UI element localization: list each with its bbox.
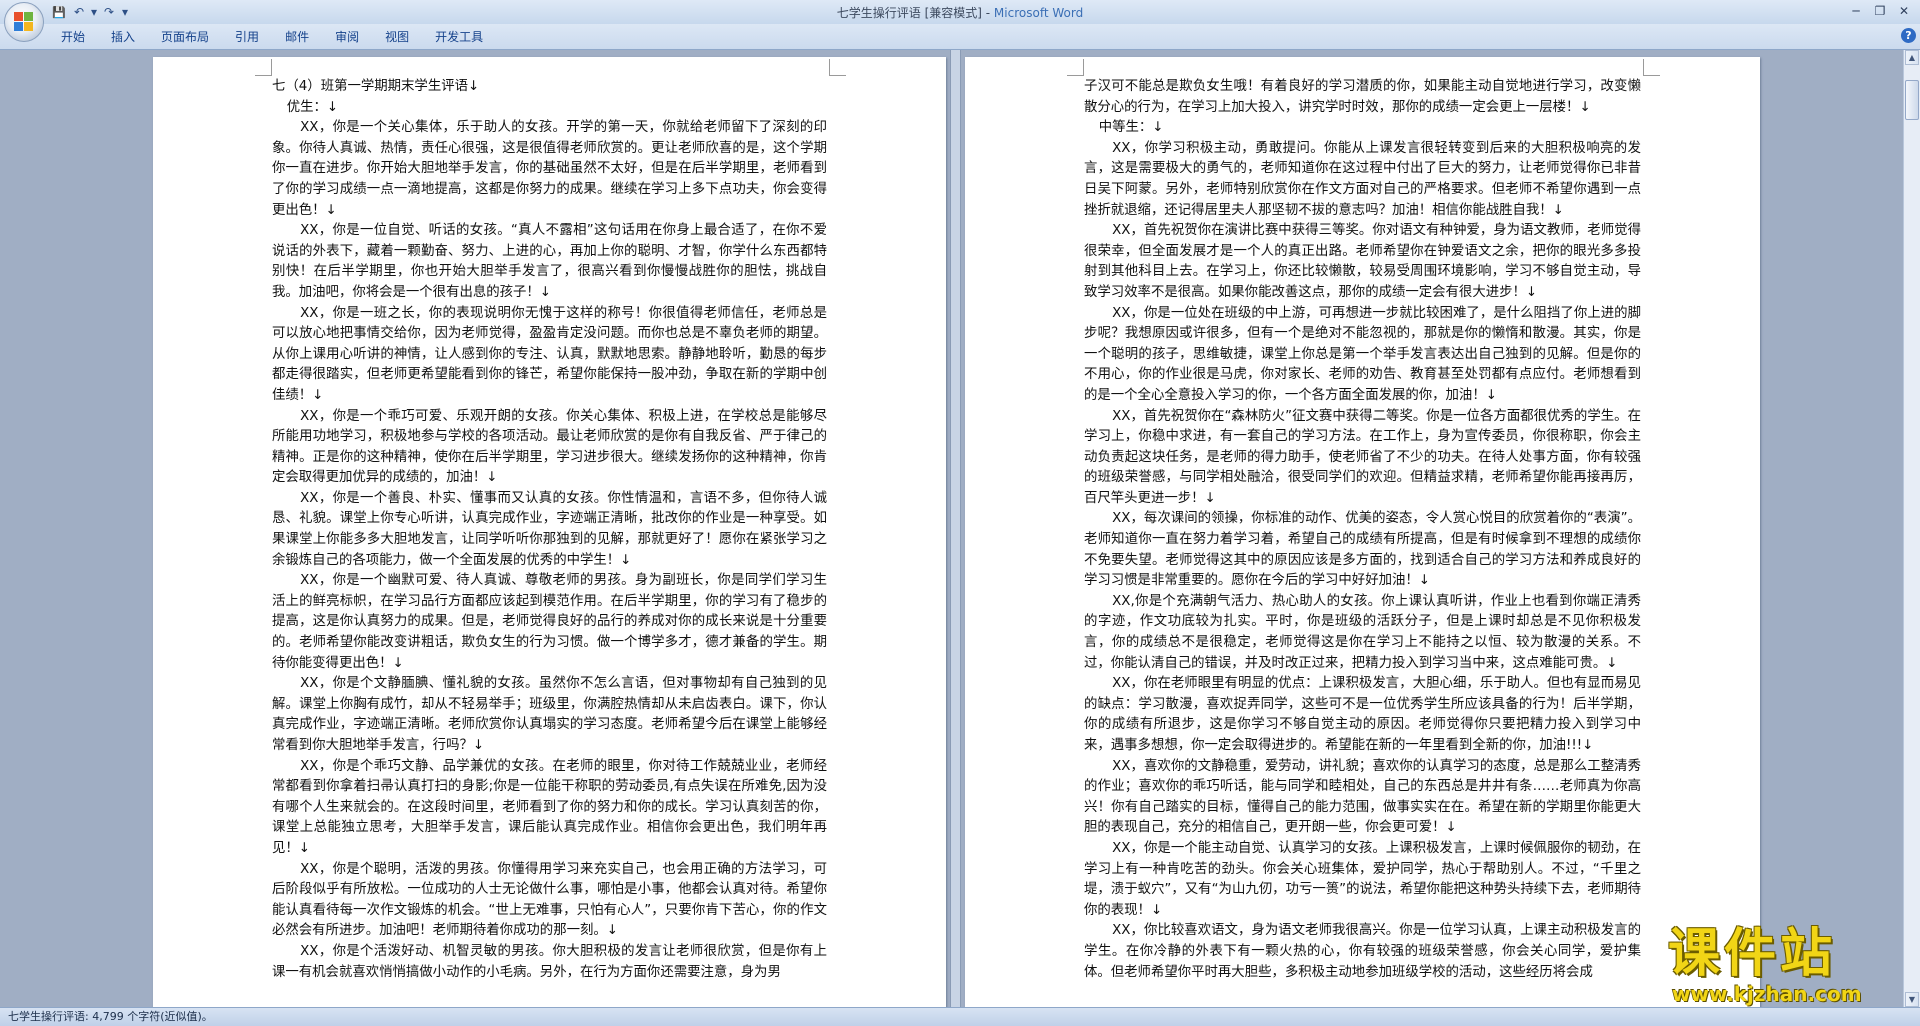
- paragraph: XX，你是一位自觉、听话的女孩。“真人不露相”这句话用在你身上最合适了，在你不爱…: [272, 223, 827, 300]
- margin-corner-mark: [1067, 59, 1084, 76]
- margin-corner-mark: [829, 59, 846, 76]
- tab-developer[interactable]: 开发工具: [422, 29, 496, 45]
- paragraph: XX，喜欢你的文静稳重，爱劳动，讲礼貌；喜欢你的认真学习的态度，总是那么工整清秀…: [1084, 758, 1641, 836]
- margin-corner-mark: [1643, 59, 1660, 76]
- paragraph: XX，你是一个善良、朴实、懂事而又认真的女孩。你性情温和，言语不多，但你待人诚恳…: [272, 490, 827, 568]
- paragraph: XX，每次课间的领操，你标准的动作、优美的姿态，令人赏心悦目的欣赏着你的“表演”…: [1084, 511, 1641, 589]
- page-right[interactable]: 子汉可不能总是欺负女生哦！有着良好的学习潜质的你，如果能主动自觉地进行学习，改变…: [965, 57, 1760, 1007]
- ribbon-tabs: 开始 插入 页面布局 引用 邮件 审阅 视图 开发工具: [48, 29, 496, 45]
- paragraph: XX，你是个乖巧文静、品学兼优的女孩。在老师的眼里，你对待工作兢兢业业，老师经常…: [272, 758, 827, 856]
- title-bar: 💾 ↶ ▾ ↷ ▾ 七学生操行评语 [兼容模式] - Microsoft Wor…: [0, 0, 1920, 25]
- paragraph: XX,你是个充满朝气活力、热心助人的女孩。你上课认真听讲，作业上也看到你端正清秀…: [1084, 593, 1641, 671]
- restore-icon[interactable]: ❐: [1868, 1, 1892, 21]
- paragraph: XX，你是个文静腼腆、懂礼貌的女孩。虽然你不怎么言语，但对事物却有自己独到的见解…: [272, 676, 827, 753]
- paragraph: XX，首先祝贺你在演讲比赛中获得三等奖。你对语文有种钟爱，身为语文教师，老师觉得…: [1084, 223, 1641, 300]
- paragraph: 子汉可不能总是欺负女生哦！有着良好的学习潜质的你，如果能主动自觉地进行学习，改变…: [1084, 79, 1641, 115]
- office-logo-icon: [14, 12, 34, 32]
- paragraph: XX，你是一个幽默可爱、待人真诚、尊敬老师的男孩。身为副班长，你是同学们学习生活…: [272, 573, 827, 671]
- paragraph: XX，你是一位处在班级的中上游，可再想进一步就比较困难了，是什么阻挡了你上进的脚…: [1084, 305, 1641, 403]
- scroll-up-icon[interactable]: ▲: [1905, 50, 1919, 65]
- watermark-url: www.kjzhan.com: [1672, 982, 1862, 1006]
- word-count-status[interactable]: 七学生操行评语: 4,799 个字符(近似值)。: [8, 1010, 213, 1023]
- watermark-title: 课件站: [1668, 924, 1837, 984]
- minimize-icon[interactable]: ─: [1844, 1, 1868, 21]
- tab-references[interactable]: 引用: [222, 29, 272, 45]
- help-icon[interactable]: ?: [1901, 28, 1916, 43]
- pane-splitter[interactable]: [950, 50, 961, 1007]
- section-label: 中等生：↓: [1098, 120, 1164, 136]
- document-area: 七（4）班第一学期期末学生评语↓ 优生：↓ XX，你是一个关心集体，乐于助人的女…: [0, 50, 1904, 1007]
- vertical-scrollbar[interactable]: ▲ ▼: [1903, 50, 1920, 1007]
- margin-corner-mark: [255, 59, 272, 76]
- paragraph: XX，你比较喜欢语文，身为语文老师我很高兴。你是一位学习认真，上课主动积极发言的…: [1084, 923, 1641, 980]
- scroll-thumb[interactable]: [1905, 80, 1919, 120]
- tab-review[interactable]: 审阅: [322, 29, 372, 45]
- tab-home[interactable]: 开始: [48, 29, 98, 45]
- paragraph: XX，你是个聪明，活泼的男孩。你懂得用学习来充实自己，也会用正确的方法学习，可后…: [272, 861, 827, 939]
- paragraph: XX，你在老师眼里有明显的优点：上课积极发言，大胆心细，乐于助人。但也有显而易见…: [1084, 676, 1641, 753]
- app-name: Microsoft Word: [993, 6, 1084, 20]
- page-right-text[interactable]: 子汉可不能总是欺负女生哦！有着良好的学习潜质的你，如果能主动自觉地进行学习，改变…: [1084, 77, 1641, 983]
- section-label: 优生：↓: [286, 99, 339, 115]
- status-bar: 七学生操行评语: 4,799 个字符(近似值)。: [0, 1007, 1920, 1026]
- page-left-text[interactable]: 七（4）班第一学期期末学生评语↓ 优生：↓ XX，你是一个关心集体，乐于助人的女…: [272, 77, 827, 983]
- window-title: 七学生操行评语 [兼容模式] - Microsoft Word: [0, 4, 1920, 21]
- ribbon: 开始 插入 页面布局 引用 邮件 审阅 视图 开发工具 ?: [0, 24, 1920, 50]
- tab-insert[interactable]: 插入: [98, 29, 148, 45]
- page-left[interactable]: 七（4）班第一学期期末学生评语↓ 优生：↓ XX，你是一个关心集体，乐于助人的女…: [153, 57, 946, 1007]
- paragraph: XX，你是个活泼好动、机智灵敏的男孩。你大胆积极的发言让老师很欣赏，但是你有上课…: [272, 943, 827, 980]
- paragraph: XX，你是一班之长，你的表现说明你无愧于这样的称号！你很值得老师信任，老师总是可…: [272, 305, 827, 403]
- office-button[interactable]: [4, 2, 44, 42]
- document-title: 七学生操行评语 [兼容模式] -: [836, 6, 994, 20]
- tab-page-layout[interactable]: 页面布局: [148, 29, 222, 45]
- window-controls: ─ ❐ ✕: [1844, 1, 1916, 21]
- close-icon[interactable]: ✕: [1892, 1, 1916, 21]
- tab-view[interactable]: 视图: [372, 29, 422, 45]
- document-heading: 七（4）班第一学期期末学生评语↓: [272, 79, 480, 94]
- tab-mailings[interactable]: 邮件: [272, 29, 322, 45]
- paragraph: XX，你是一个能主动自觉、认真学习的女孩。上课积极发言，上课时候佩服你的韧劲，在…: [1084, 840, 1641, 918]
- paragraph: XX，你是一个关心集体，乐于助人的女孩。开学的第一天，你就给老师留下了深刻的印象…: [272, 120, 827, 218]
- paragraph: XX，你是一个乖巧可爱、乐观开朗的女孩。你关心集体、积极上进，在学校总是能够尽所…: [272, 408, 827, 486]
- paragraph: XX，首先祝贺你在“森林防火”征文赛中获得二等奖。你是一位各方面都很优秀的学生。…: [1084, 408, 1641, 506]
- watermark-logo: 课件站 www.kjzhan.com: [1668, 926, 1916, 1006]
- paragraph: XX，你学习积极主动，勇敢提问。你能从上课发言很轻转变到后来的大胆积极响亮的发言…: [1084, 140, 1641, 218]
